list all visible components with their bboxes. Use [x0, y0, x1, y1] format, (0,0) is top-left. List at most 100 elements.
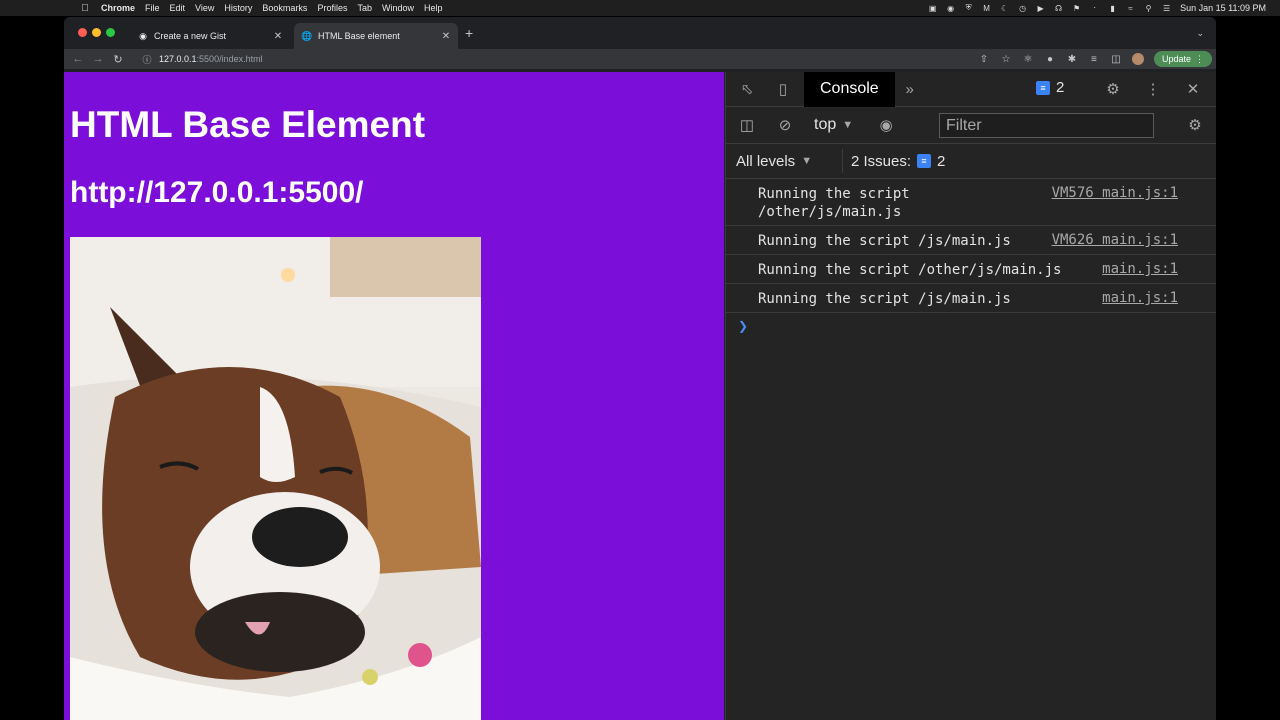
play-icon[interactable]: ▶ [1036, 4, 1045, 13]
console-prompt-icon[interactable]: ❯ [726, 313, 1216, 333]
message-icon: ≡ [1036, 80, 1050, 95]
update-button[interactable]: Update ⋮ [1153, 51, 1212, 67]
update-label: Update [1161, 54, 1191, 64]
menubar-clock[interactable]: Sun Jan 15 11:09 PM [1180, 3, 1266, 13]
context-label: top [814, 116, 837, 133]
react-devtools-icon[interactable]: ⚛ [1022, 54, 1034, 65]
apple-icon[interactable]:  [78, 3, 92, 14]
inspect-element-icon[interactable]: ⬁ [736, 78, 758, 100]
sidebar-toggle-icon[interactable]: ◫ [736, 114, 758, 136]
url-path: :5500/index.html [196, 54, 263, 64]
site-info-icon[interactable]: ⓘ [140, 53, 154, 66]
menu-edit[interactable]: Edit [170, 3, 186, 13]
screen-record-icon[interactable]: ▣ [928, 4, 937, 13]
devtools-actions: ⚙ ⋮ ✕ [1102, 78, 1204, 100]
chevron-down-icon[interactable]: ⌄ [1196, 28, 1204, 39]
zoom-window-button[interactable] [106, 28, 115, 37]
dog-photo [70, 237, 481, 720]
extensions-puzzle-icon[interactable]: ✱ [1066, 54, 1078, 65]
side-panel-icon[interactable]: ◫ [1110, 54, 1122, 65]
dog-photo-illustration [70, 237, 481, 720]
menu-window[interactable]: Window [382, 3, 414, 13]
console-source-link[interactable]: VM576 main.js:1 [1052, 185, 1178, 201]
github-icon: ◉ [139, 30, 147, 41]
menu-profiles[interactable]: Profiles [317, 3, 347, 13]
flag-icon[interactable]: ⚑ [1072, 4, 1081, 13]
tab-html-base-element[interactable]: 🌐 HTML Base element ✕ [294, 23, 458, 49]
reading-list-icon[interactable]: ≡ [1088, 54, 1100, 65]
search-icon[interactable]: ⚲ [1144, 4, 1153, 13]
device-toolbar-icon[interactable]: ▯ [772, 78, 794, 100]
address-bar[interactable]: ⓘ 127.0.0.1:5500/index.html [140, 50, 970, 68]
console-filter-bar: ◫ ⊘ top ▼ ◉ Filter ⚙ [726, 107, 1216, 144]
bluetooth-icon[interactable]: ᛫ [1090, 4, 1099, 13]
console-line: Running the script /js/main.js VM626 mai… [726, 226, 1216, 255]
console-message: Running the script /other/js/main.js [758, 186, 910, 220]
issues-count: 2 [937, 152, 946, 170]
clock-icon[interactable]: ◷ [1018, 4, 1027, 13]
live-expression-eye-icon[interactable]: ◉ [875, 114, 897, 136]
new-tab-icon[interactable]: + [465, 26, 473, 40]
more-vertical-icon: ⋮ [1195, 53, 1204, 64]
menu-history[interactable]: History [224, 3, 252, 13]
menu-help[interactable]: Help [424, 3, 443, 13]
bookmark-star-icon[interactable]: ☆ [1000, 54, 1012, 65]
log-levels-dropdown[interactable]: All levels ▼ [736, 153, 812, 170]
tab-title: HTML Base element [318, 31, 400, 41]
console-line: Running the script /other/js/main.js VM5… [726, 179, 1216, 226]
clear-console-icon[interactable]: ⊘ [774, 114, 796, 136]
share-icon[interactable]: ⇧ [978, 54, 990, 65]
console-message: Running the script /js/main.js [758, 291, 1011, 307]
headphones-icon[interactable]: ☊ [1054, 4, 1063, 13]
filter-input[interactable]: Filter [939, 113, 1154, 138]
profile-avatar[interactable] [1131, 53, 1144, 65]
more-tabs-icon[interactable]: » [899, 78, 921, 100]
menu-file[interactable]: File [145, 3, 160, 13]
forward-icon[interactable]: → [88, 53, 108, 65]
console-line: Running the script /other/js/main.js mai… [726, 255, 1216, 284]
console-source-link[interactable]: main.js:1 [1102, 290, 1178, 306]
console-message: Running the script /js/main.js [758, 233, 1011, 249]
issues-button[interactable]: 2 Issues: ≡ 2 [842, 149, 945, 173]
minimize-window-button[interactable] [92, 28, 101, 37]
gmail-icon[interactable]: M [982, 4, 991, 13]
context-selector[interactable]: top ▼ [814, 116, 853, 134]
close-tab-icon[interactable]: ✕ [271, 31, 285, 42]
console-settings-gear-icon[interactable]: ⚙ [1184, 114, 1206, 136]
close-window-button[interactable] [78, 28, 87, 37]
console-source-link[interactable]: main.js:1 [1102, 261, 1178, 277]
tab-title: Create a new Gist [154, 31, 227, 41]
message-icon: ≡ [917, 154, 932, 168]
menu-view[interactable]: View [195, 3, 214, 13]
messages-count: 2 [1056, 79, 1065, 96]
extension-blue-icon[interactable]: ● [1044, 54, 1056, 65]
wifi-icon[interactable]: ≈ [1126, 4, 1135, 13]
more-vertical-icon[interactable]: ⋮ [1142, 78, 1164, 100]
console-source-link[interactable]: VM626 main.js:1 [1052, 232, 1178, 248]
globe-icon: 🌐 [301, 30, 313, 41]
battery-icon[interactable]: ▮ [1108, 4, 1117, 13]
console-message: Running the script /other/js/main.js [758, 262, 1062, 278]
issues-label: 2 Issues: [851, 152, 912, 170]
control-center-icon[interactable]: ☰ [1162, 4, 1171, 13]
messages-badge[interactable]: ≡ 2 [1036, 79, 1064, 96]
close-devtools-icon[interactable]: ✕ [1182, 78, 1204, 100]
chrome-window: ◉ Create a new Gist ✕ 🌐 HTML Base elemen… [64, 17, 1216, 720]
dropdown-arrow-icon: ▼ [842, 119, 854, 131]
menu-bookmarks[interactable]: Bookmarks [262, 3, 307, 13]
moon-icon[interactable]: ☾ [1000, 4, 1009, 13]
tab-create-gist[interactable]: ◉ Create a new Gist ✕ [130, 23, 290, 49]
menu-app-name[interactable]: Chrome [101, 3, 135, 13]
console-log-list: Running the script /other/js/main.js VM5… [726, 179, 1216, 333]
color-wheel-icon[interactable]: ◉ [946, 4, 955, 13]
devtools-panel: ⬁ ▯ Console » ≡ 2 ⚙ ⋮ ✕ ◫ ⊘ top ▼ ◉ Filt [725, 71, 1216, 720]
close-tab-icon[interactable]: ✕ [439, 31, 453, 42]
shield-icon[interactable]: ⛨ [964, 3, 973, 13]
menu-tab[interactable]: Tab [357, 3, 372, 13]
dropdown-arrow-icon: ▼ [801, 155, 813, 167]
tab-console[interactable]: Console [804, 71, 895, 107]
back-icon[interactable]: ← [68, 53, 88, 65]
settings-gear-icon[interactable]: ⚙ [1102, 78, 1124, 100]
reload-icon[interactable]: ↻ [108, 53, 128, 66]
menubar-status-area: ▣ ◉ ⛨ M ☾ ◷ ▶ ☊ ⚑ ᛫ ▮ ≈ ⚲ ☰ Sun Jan 15 1… [928, 0, 1266, 16]
